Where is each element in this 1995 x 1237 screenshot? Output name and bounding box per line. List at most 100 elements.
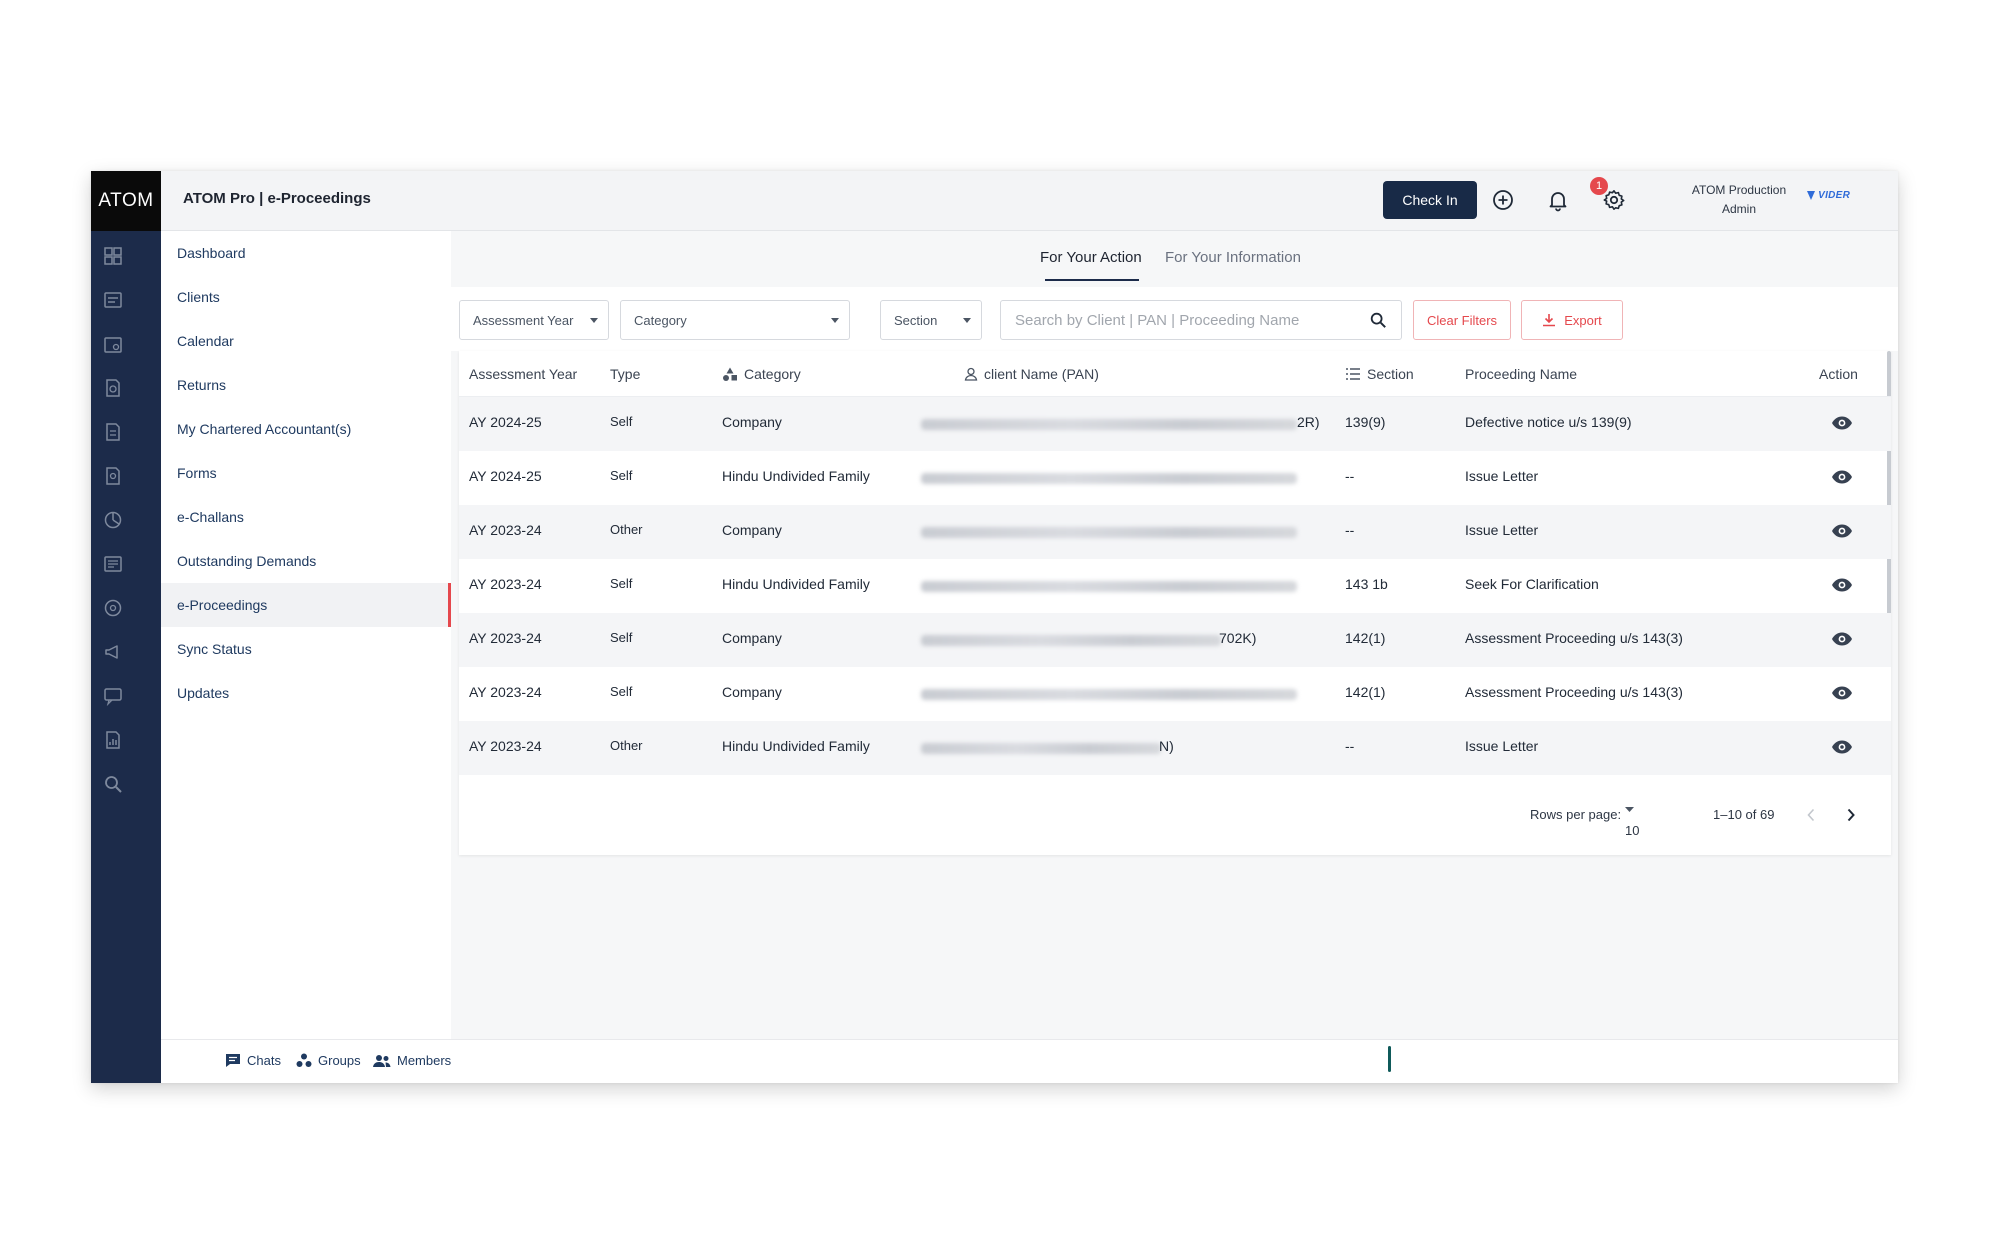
members-icon [373, 1054, 391, 1067]
sidebar-item-label: Forms [177, 465, 217, 481]
view-eye-icon[interactable] [1831, 631, 1853, 647]
demands-icon[interactable] [103, 554, 123, 574]
chevron-down-icon [963, 318, 971, 323]
sidebar-item-returns[interactable]: Returns [161, 363, 451, 407]
sidebar-item-calendar[interactable]: Calendar [161, 319, 451, 363]
groups-icon [296, 1053, 312, 1067]
search-icon[interactable] [103, 774, 123, 794]
sidebar-item-sync-status[interactable]: Sync Status [161, 627, 451, 671]
previous-page-icon[interactable] [1806, 808, 1816, 822]
tab-for-your-action[interactable]: For Your Action [1040, 249, 1142, 266]
megaphone-icon[interactable] [103, 642, 123, 662]
clients-icon[interactable] [103, 290, 123, 310]
chevron-down-icon [831, 318, 839, 323]
report-icon[interactable] [103, 730, 123, 750]
table-row[interactable]: AY 2024-25 Self Hindu Undivided Family -… [459, 451, 1891, 505]
section-select[interactable]: Section [880, 300, 982, 340]
header-assessment-year[interactable]: Assessment Year [469, 366, 577, 382]
notification-bell-icon[interactable] [1544, 186, 1572, 214]
section-select-label: Section [894, 312, 938, 328]
cell-category: Company [722, 684, 782, 700]
cell-category: Hindu Undivided Family [722, 738, 870, 754]
search-icon[interactable] [1369, 311, 1387, 329]
cell-assessment-year: AY 2023-24 [469, 684, 542, 700]
add-icon[interactable] [1489, 186, 1517, 214]
calendar-icon[interactable] [103, 334, 123, 354]
proceedings-table: Assessment Year Type Category client Nam… [459, 351, 1891, 855]
cell-assessment-year: AY 2023-24 [469, 738, 542, 754]
sidebar-item-chartered-accountants[interactable]: My Chartered Accountant(s) [161, 407, 451, 451]
groups-button[interactable]: Groups [296, 1053, 361, 1068]
resize-handle[interactable] [1388, 1046, 1391, 1072]
search-input[interactable] [1015, 311, 1355, 329]
assessment-year-select[interactable]: Assessment Year [459, 300, 609, 340]
tab-for-your-information[interactable]: For Your Information [1165, 249, 1301, 266]
atom-logo[interactable]: ATOM [91, 171, 161, 231]
sidebar-item-dashboard[interactable]: Dashboard [161, 231, 451, 275]
header-proceeding-name[interactable]: Proceeding Name [1465, 366, 1577, 382]
table-row[interactable]: AY 2023-24 Other Company -- Issue Letter [459, 505, 1891, 559]
proceedings-icon[interactable] [103, 598, 123, 618]
brand-text: VIDER [1818, 190, 1851, 201]
cell-type: Self [610, 684, 633, 699]
sidebar-item-updates[interactable]: Updates [161, 671, 451, 715]
view-eye-icon[interactable] [1831, 739, 1853, 755]
messages-icon[interactable] [103, 686, 123, 706]
header-label: Action [1819, 366, 1858, 382]
groups-label: Groups [318, 1053, 361, 1068]
sidebar-item-label: My Chartered Accountant(s) [177, 421, 352, 437]
cell-category: Company [722, 630, 782, 646]
chartered-accountant-icon[interactable] [103, 422, 123, 442]
challans-icon[interactable] [103, 510, 123, 530]
header-client-name[interactable]: client Name (PAN) [964, 366, 1099, 382]
view-eye-icon[interactable] [1831, 415, 1853, 431]
table-row[interactable]: AY 2023-24 Self Company 702K) 142(1) Ass… [459, 613, 1891, 667]
cell-section: -- [1345, 522, 1355, 538]
next-page-icon[interactable] [1846, 808, 1856, 822]
client-name-redacted [921, 419, 1297, 430]
sidebar-item-e-proceedings[interactable]: e-Proceedings [161, 583, 451, 627]
cell-section: -- [1345, 468, 1355, 484]
export-label: Export [1564, 312, 1602, 328]
chats-button[interactable]: Chats [225, 1053, 281, 1068]
table-row[interactable]: AY 2023-24 Self Company 142(1) Assessmen… [459, 667, 1891, 721]
settings-gear-icon[interactable] [1600, 186, 1628, 214]
dashboard-icon[interactable] [103, 246, 123, 266]
check-in-button[interactable]: Check In [1383, 181, 1477, 219]
sidebar-item-e-challans[interactable]: e-Challans [161, 495, 451, 539]
header-section[interactable]: Section [1345, 366, 1414, 382]
header-category[interactable]: Category [722, 366, 801, 382]
export-button[interactable]: Export [1521, 300, 1623, 340]
header-type[interactable]: Type [610, 366, 640, 382]
rows-per-page-select[interactable]: 10 [1625, 807, 1639, 838]
cell-section: 142(1) [1345, 684, 1386, 700]
cell-proceeding-name: Issue Letter [1465, 738, 1539, 754]
chat-footer: Chats Groups Members [161, 1039, 1898, 1083]
client-name-redacted [921, 527, 1297, 538]
cell-assessment-year: AY 2023-24 [469, 630, 542, 646]
table-row[interactable]: AY 2024-25 Self Company 2R) 139(9) Defec… [459, 397, 1891, 451]
forms-icon[interactable] [103, 466, 123, 486]
table-row[interactable]: AY 2023-24 Self Hindu Undivided Family 1… [459, 559, 1891, 613]
user-info[interactable]: ATOM Production Admin [1679, 181, 1799, 219]
view-eye-icon[interactable] [1831, 577, 1853, 593]
sidebar-item-outstanding-demands[interactable]: Outstanding Demands [161, 539, 451, 583]
rows-per-page-label: Rows per page: [1530, 807, 1622, 822]
returns-icon[interactable] [103, 378, 123, 398]
clear-filters-label: Clear Filters [1426, 312, 1498, 328]
cell-type: Other [610, 738, 643, 753]
sidebar-item-label: Dashboard [177, 245, 246, 261]
members-button[interactable]: Members [373, 1053, 451, 1068]
table-row[interactable]: AY 2023-24 Other Hindu Undivided Family … [459, 721, 1891, 775]
view-eye-icon[interactable] [1831, 523, 1853, 539]
clear-filters-button[interactable]: Clear Filters [1413, 300, 1511, 340]
view-eye-icon[interactable] [1831, 685, 1853, 701]
client-name-redacted [921, 635, 1221, 646]
sidebar-item-forms[interactable]: Forms [161, 451, 451, 495]
category-select[interactable]: Category [620, 300, 850, 340]
sidebar-item-clients[interactable]: Clients [161, 275, 451, 319]
rows-per-page-value: 10 [1625, 823, 1640, 838]
sidebar-item-label: Updates [177, 685, 230, 701]
view-eye-icon[interactable] [1831, 469, 1853, 485]
category-shapes-icon [723, 367, 737, 381]
